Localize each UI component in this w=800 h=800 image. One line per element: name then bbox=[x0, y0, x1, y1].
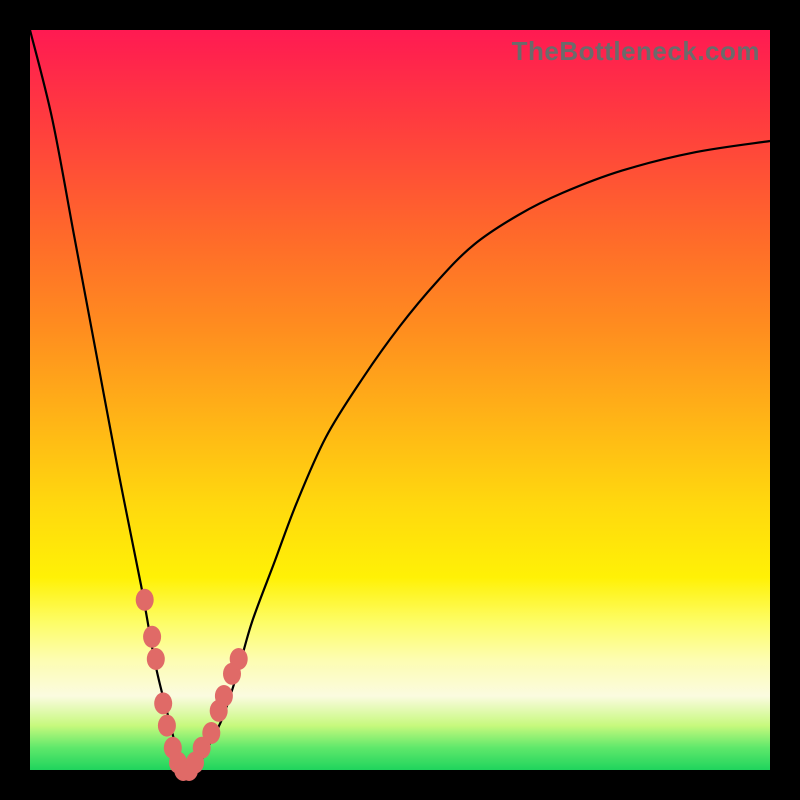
curve-layer bbox=[30, 30, 770, 770]
plot-area: TheBottleneck.com bbox=[30, 30, 770, 770]
curve-markers bbox=[136, 589, 248, 781]
curve-marker bbox=[215, 685, 233, 707]
curve-marker bbox=[136, 589, 154, 611]
curve-marker bbox=[158, 715, 176, 737]
curve-marker bbox=[230, 648, 248, 670]
curve-marker bbox=[202, 722, 220, 744]
chart-frame: TheBottleneck.com bbox=[0, 0, 800, 800]
curve-marker bbox=[143, 626, 161, 648]
bottleneck-curve bbox=[30, 30, 770, 771]
curve-marker bbox=[147, 648, 165, 670]
curve-marker bbox=[154, 692, 172, 714]
